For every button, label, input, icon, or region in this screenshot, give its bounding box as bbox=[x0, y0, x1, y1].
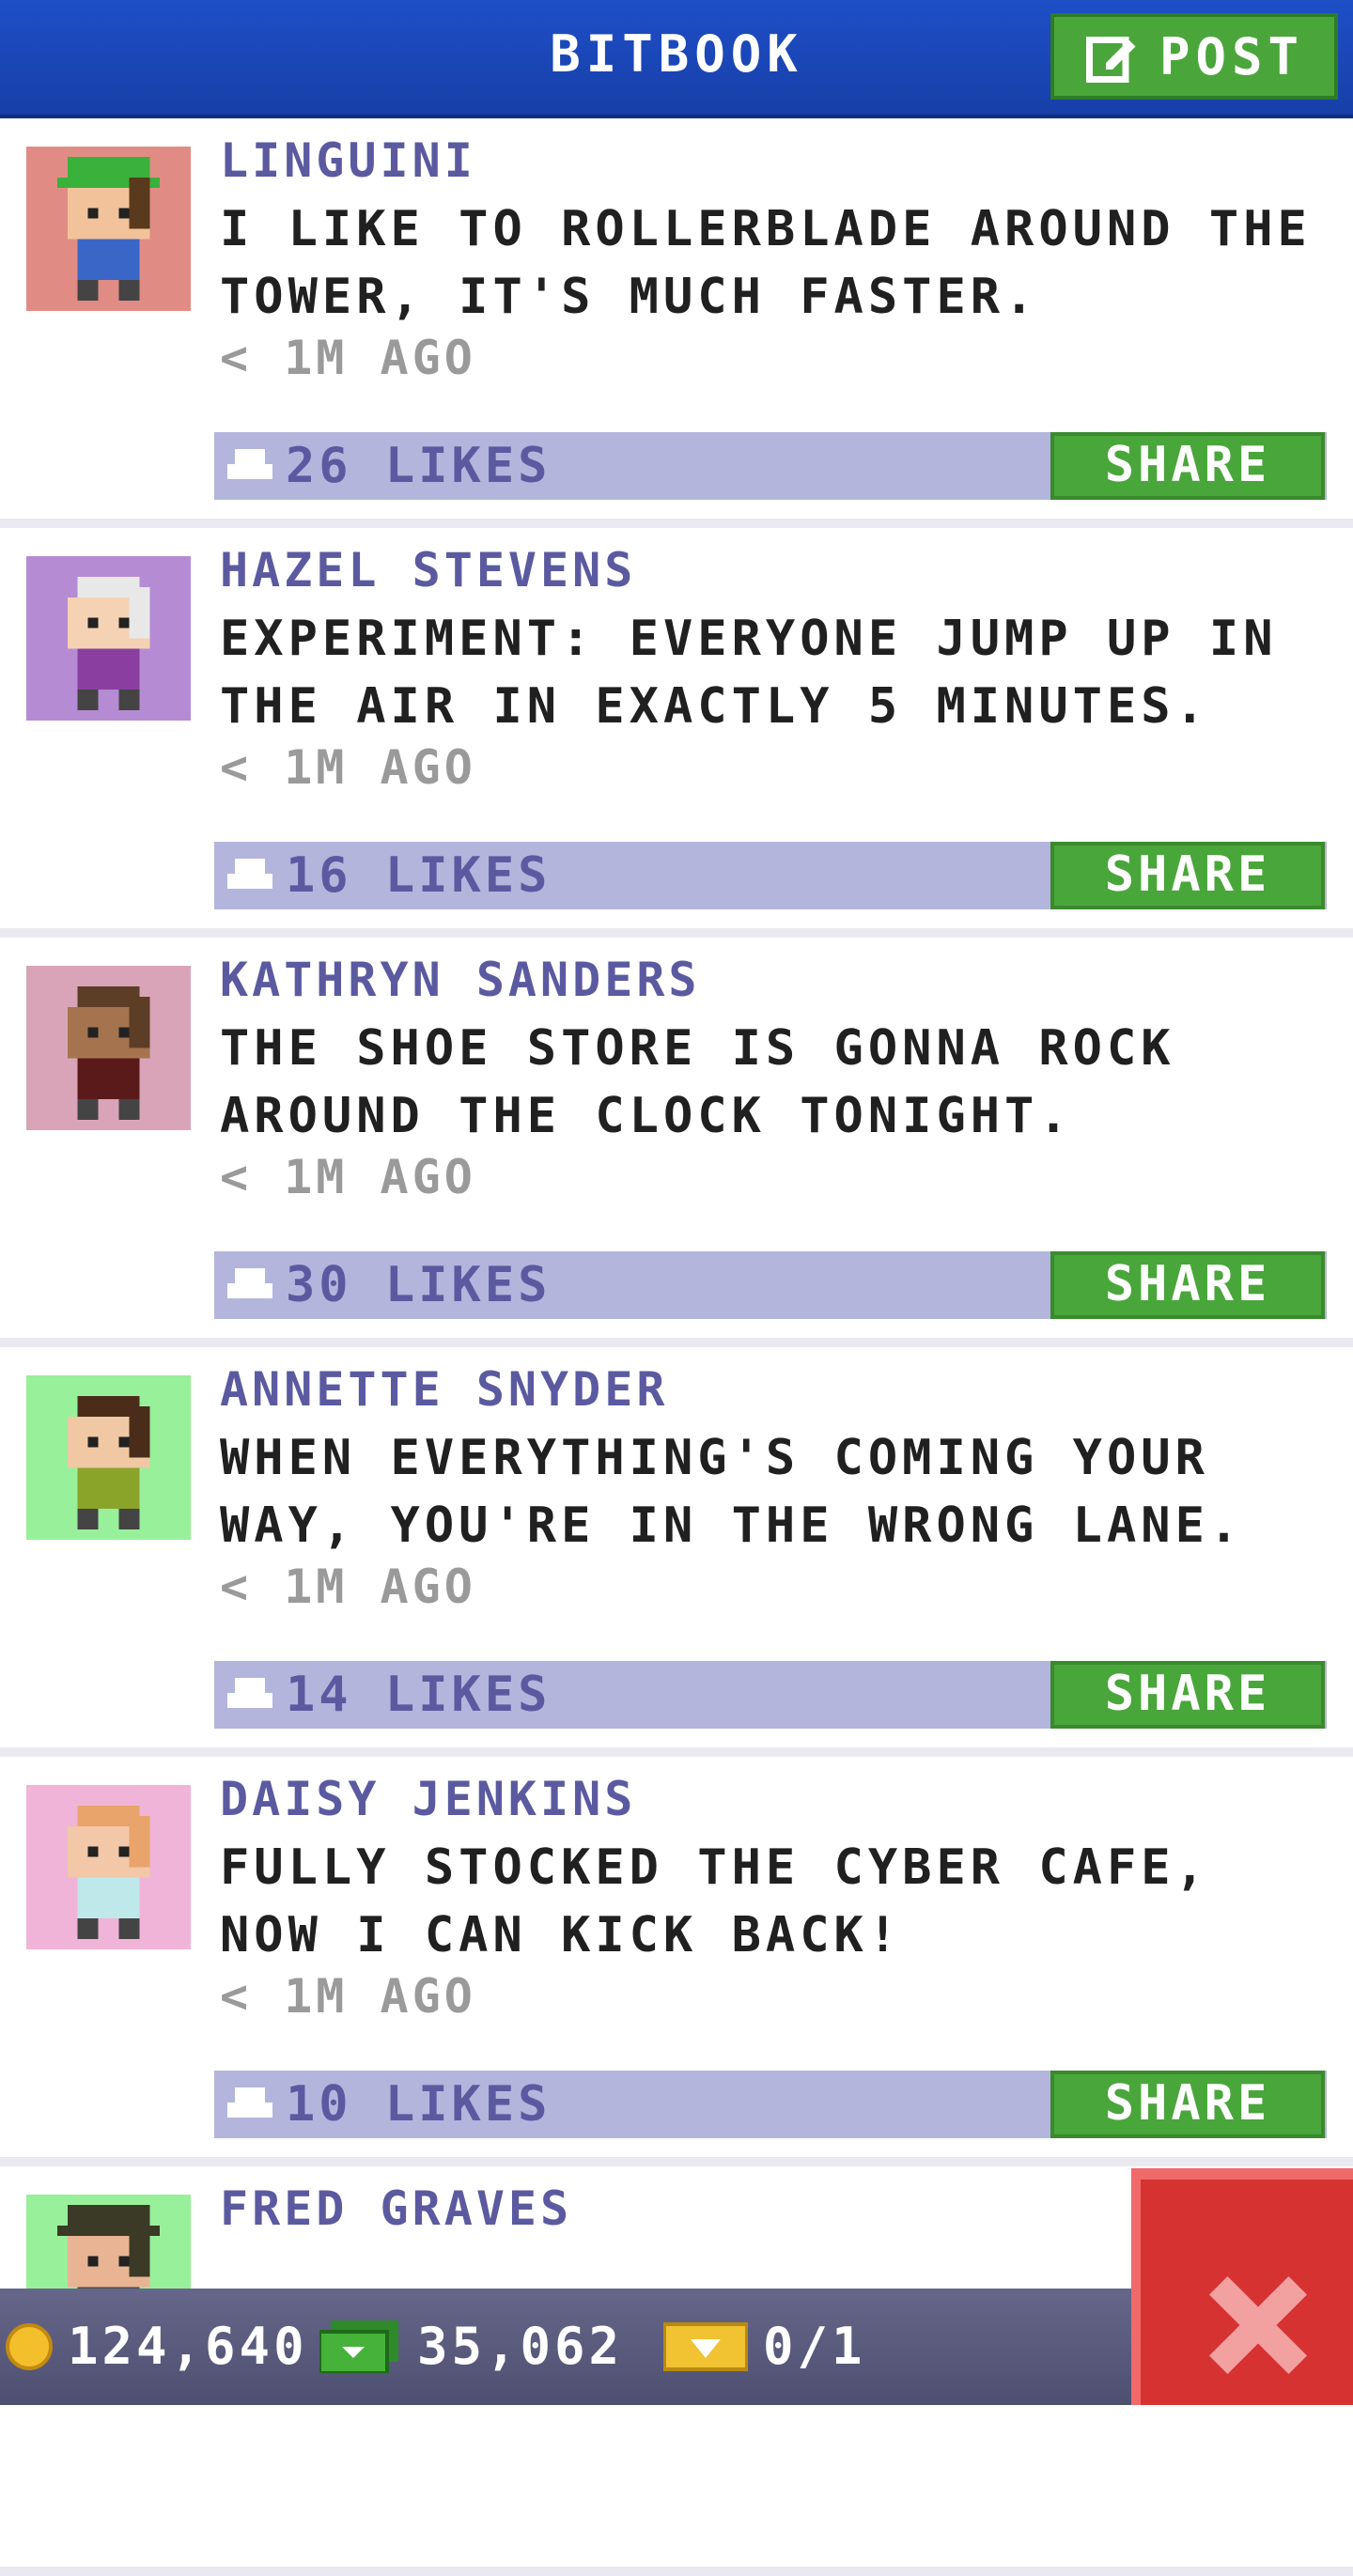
coins-display: 124,640 bbox=[6, 2317, 308, 2376]
like-count: 14 LIKES bbox=[286, 1667, 552, 1723]
tickets-value: 0/1 bbox=[763, 2317, 866, 2376]
like-icon-wrap bbox=[227, 821, 272, 906]
feed-post: ANNETTE SNYDER WHEN EVERYTHING'S COMING … bbox=[0, 1347, 1353, 1757]
share-button[interactable]: SHARE bbox=[1050, 1251, 1325, 1319]
thumbs-up-icon bbox=[227, 1640, 272, 1708]
post-text: I LIKE TO ROLLERBLADE AROUND THE TOWER, … bbox=[220, 201, 1312, 325]
like-count: 30 LIKES bbox=[286, 1257, 552, 1313]
share-button[interactable]: SHARE bbox=[1050, 1661, 1325, 1729]
post-time: < 1M AGO bbox=[220, 331, 476, 385]
coin-icon bbox=[6, 2322, 53, 2370]
feed-post: LINGUINI I LIKE TO ROLLERBLADE AROUND TH… bbox=[0, 118, 1353, 528]
avatar[interactable] bbox=[26, 1375, 191, 1540]
share-button[interactable]: SHARE bbox=[1050, 842, 1325, 909]
like-icon-wrap bbox=[227, 411, 272, 496]
post-author[interactable]: FRED GRAVES bbox=[220, 2181, 572, 2236]
thumbs-up-icon bbox=[227, 411, 272, 479]
bux-icon bbox=[319, 2320, 398, 2373]
ticket-icon bbox=[663, 2321, 748, 2371]
like-count: 10 LIKES bbox=[286, 2076, 552, 2133]
post-author[interactable]: ANNETTE SNYDER bbox=[220, 1362, 668, 1417]
edit-icon bbox=[1086, 37, 1136, 83]
post-time: < 1M AGO bbox=[220, 1969, 476, 2024]
share-button[interactable]: SHARE bbox=[1050, 2071, 1325, 2138]
post-text: EXPERIMENT: EVERYONE JUMP UP IN THE AIR … bbox=[220, 611, 1278, 735]
avatar[interactable] bbox=[26, 147, 191, 311]
feed-post: HAZEL STEVENS EXPERIMENT: EVERYONE JUMP … bbox=[0, 528, 1353, 938]
bux-display: 35,062 bbox=[319, 2317, 623, 2376]
post-button-label: POST bbox=[1159, 26, 1305, 86]
tickets-display: 0/1 bbox=[663, 2317, 866, 2376]
post-author[interactable]: DAISY JENKINS bbox=[220, 1772, 636, 1826]
like-icon-wrap bbox=[227, 1640, 272, 1725]
like-icon-wrap bbox=[227, 2050, 272, 2134]
share-button[interactable]: SHARE bbox=[1050, 432, 1325, 500]
post-author[interactable]: LINGUINI bbox=[220, 133, 476, 188]
feed-post: DAISY JENKINS FULLY STOCKED THE CYBER CA… bbox=[0, 1757, 1353, 2166]
thumbs-up-icon bbox=[227, 1231, 272, 1298]
avatar[interactable] bbox=[26, 1785, 191, 1949]
post-time: < 1M AGO bbox=[220, 1150, 476, 1204]
like-count: 26 LIKES bbox=[286, 438, 552, 494]
post-button[interactable]: POST bbox=[1050, 13, 1338, 100]
bux-value: 35,062 bbox=[417, 2317, 624, 2376]
post-text: THE SHOE STORE IS GONNA ROCK AROUND THE … bbox=[220, 1020, 1175, 1144]
avatar[interactable] bbox=[26, 556, 191, 721]
thumbs-up-icon bbox=[227, 821, 272, 889]
post-text: FULLY STOCKED THE CYBER CAFE, NOW I CAN … bbox=[220, 1839, 1209, 1963]
close-icon bbox=[1209, 2276, 1307, 2374]
post-time: < 1M AGO bbox=[220, 1560, 476, 1614]
post-author[interactable]: KATHRYN SANDERS bbox=[220, 953, 701, 1007]
like-icon-wrap bbox=[227, 1231, 272, 1315]
like-count: 16 LIKES bbox=[286, 847, 552, 904]
post-time: < 1M AGO bbox=[220, 740, 476, 795]
post-text: WHEN EVERYTHING'S COMING YOUR WAY, YOU'R… bbox=[220, 1430, 1244, 1554]
avatar[interactable] bbox=[26, 966, 191, 1130]
coins-value: 124,640 bbox=[68, 2317, 308, 2376]
thumbs-up-icon bbox=[227, 2050, 272, 2118]
feed-post: KATHRYN SANDERS THE SHOE STORE IS GONNA … bbox=[0, 938, 1353, 1347]
app-header: BITBOOK POST bbox=[0, 0, 1353, 118]
close-button[interactable] bbox=[1131, 2168, 1353, 2405]
post-author[interactable]: HAZEL STEVENS bbox=[220, 543, 636, 597]
